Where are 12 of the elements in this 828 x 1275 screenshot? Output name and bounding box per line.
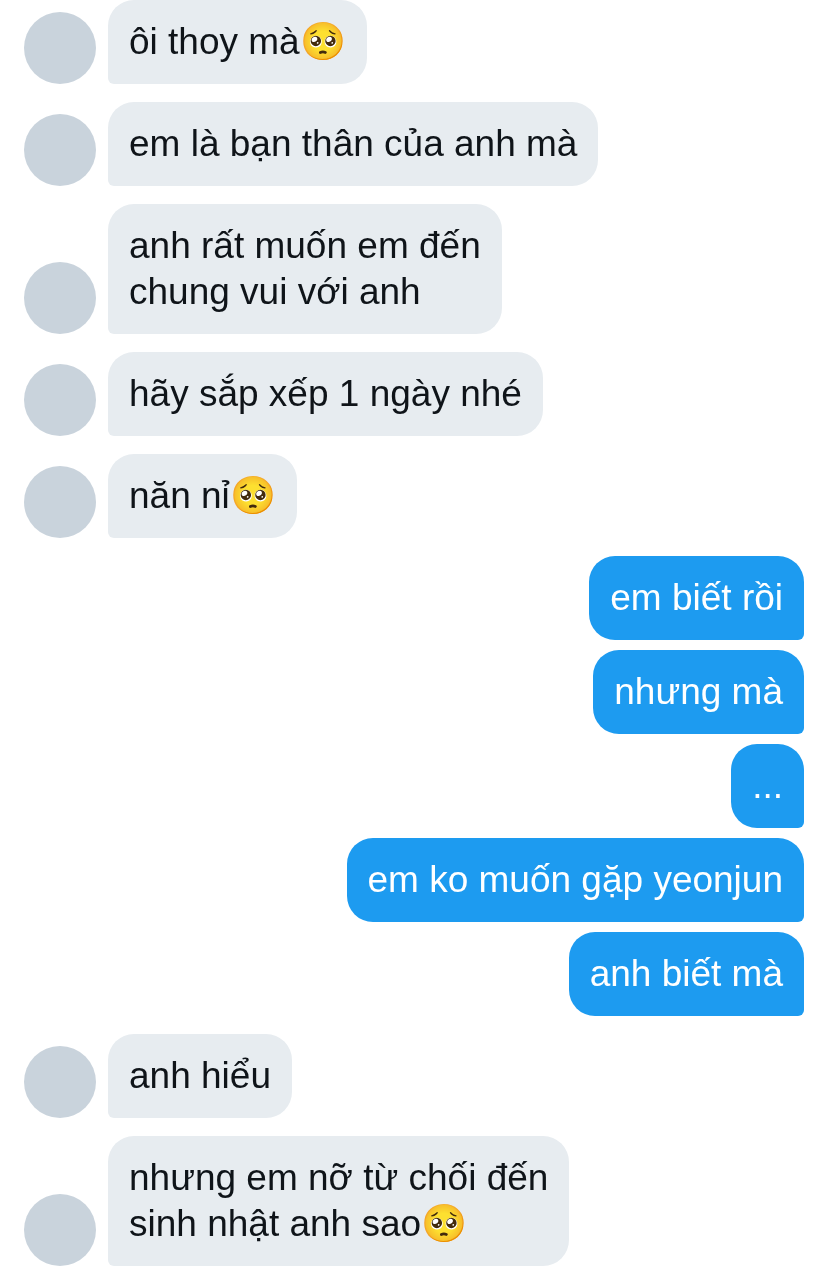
message-bubble: em biết rồi (589, 556, 804, 640)
message-bubble: anh biết mà (568, 932, 804, 1016)
message-bubble: em ko muốn gặp yeonjun (346, 838, 804, 922)
message-bubble: nhưng em nỡ từ chối đến sinh nhật anh sao🥺 (108, 1136, 570, 1266)
message-bubble: anh hiểu (108, 1034, 292, 1118)
message-bubble: nhưng mà (593, 650, 804, 734)
message-bubble: hãy sắp xếp 1 ngày nhé (108, 352, 543, 436)
message-bubble: năn nỉ🥺 (108, 454, 297, 538)
message-bubble: anh rất muốn em đến chung vui với anh (108, 204, 502, 334)
message-bubble: ... (731, 744, 804, 828)
message-bubble: em là bạn thân của anh mà (108, 102, 599, 186)
message-bubble: ôi thoy mà🥺 (108, 0, 367, 84)
